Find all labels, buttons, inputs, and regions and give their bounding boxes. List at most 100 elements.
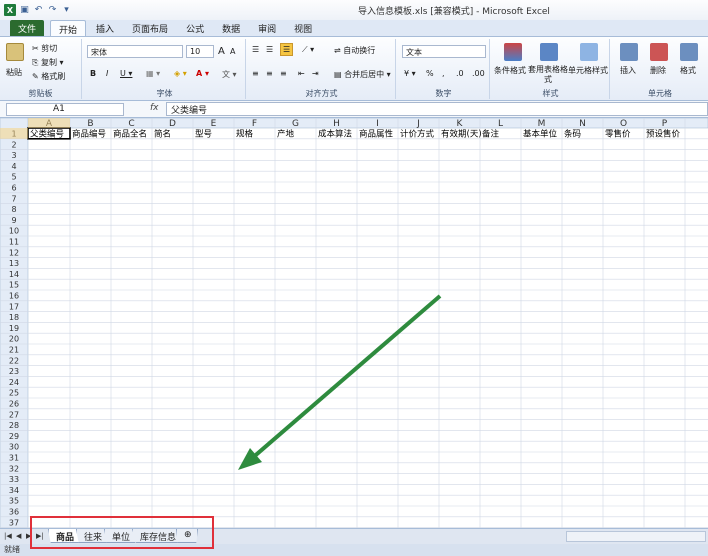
row-header-35[interactable]: 35 — [9, 497, 19, 506]
column-header-H[interactable]: H — [333, 119, 340, 129]
tab-view[interactable]: 视图 — [286, 20, 320, 36]
cell-header-B[interactable]: 商品编号 — [72, 129, 106, 140]
bold-button[interactable]: B — [90, 69, 96, 78]
cut-button[interactable]: ✂ 剪切 — [32, 43, 57, 54]
row-header-37[interactable]: 37 — [9, 518, 19, 527]
row-header-12[interactable]: 12 — [9, 248, 19, 257]
column-header-C[interactable]: C — [128, 119, 134, 129]
merge-center-button[interactable]: ▤ 合并后居中 ▾ — [334, 69, 391, 80]
phonetic-icon[interactable]: 文 ▾ — [222, 69, 237, 80]
row-header-2[interactable]: 2 — [11, 140, 16, 149]
insert-cells-icon[interactable] — [620, 43, 638, 61]
cell-header-J[interactable]: 计价方式 — [400, 129, 435, 140]
column-header-G[interactable]: G — [292, 119, 299, 129]
row-header-18[interactable]: 18 — [9, 313, 19, 322]
column-header-F[interactable]: F — [252, 119, 257, 129]
cell-header-C[interactable]: 商品全名 — [113, 129, 147, 140]
cell-header-D[interactable]: 简名 — [154, 129, 171, 140]
italic-button[interactable]: I — [106, 69, 108, 78]
decrease-indent-icon[interactable]: ⇤ — [298, 69, 305, 78]
worksheet-grid[interactable]: ABCDEFGHIJKLMNOP123456789101112131415161… — [0, 118, 708, 528]
column-header-M[interactable]: M — [538, 119, 546, 129]
row-header-33[interactable]: 33 — [9, 475, 19, 484]
row-header-10[interactable]: 10 — [9, 227, 19, 236]
paste-icon[interactable] — [6, 43, 24, 61]
number-format-select[interactable]: 文本 — [402, 45, 486, 58]
format-as-table-icon[interactable] — [540, 43, 558, 61]
row-header-28[interactable]: 28 — [9, 421, 19, 430]
cell-header-I[interactable]: 商品属性 — [359, 129, 394, 140]
conditional-format-button[interactable]: 条件格式 — [494, 65, 526, 76]
column-header-D[interactable]: D — [169, 119, 176, 129]
row-header-23[interactable]: 23 — [9, 367, 19, 376]
row-header-16[interactable]: 16 — [9, 292, 19, 301]
increase-decimal-icon[interactable]: .0 — [456, 69, 464, 78]
name-box[interactable]: A1 — [6, 103, 124, 116]
column-header-E[interactable]: E — [211, 119, 217, 129]
font-name-select[interactable]: 宋体 — [87, 45, 183, 58]
grow-font-button[interactable]: A — [218, 46, 225, 57]
row-header-17[interactable]: 17 — [9, 302, 19, 311]
conditional-format-icon[interactable] — [504, 43, 522, 61]
tab-data[interactable]: 数据 — [214, 20, 248, 36]
row-header-15[interactable]: 15 — [9, 281, 19, 290]
row-header-27[interactable]: 27 — [9, 410, 19, 419]
row-header-34[interactable]: 34 — [9, 486, 19, 495]
paste-button[interactable]: 粘贴 — [6, 67, 22, 78]
bottom-align-icon[interactable]: ☰ — [280, 43, 294, 56]
format-painter-button[interactable]: ✎ 格式刷 — [32, 71, 65, 82]
column-header-O[interactable]: O — [620, 119, 627, 129]
orientation-icon[interactable]: ⟋ ▾ — [302, 45, 314, 55]
row-header-25[interactable]: 25 — [9, 389, 19, 398]
decrease-decimal-icon[interactable]: .00 — [472, 69, 485, 78]
row-header-3[interactable]: 3 — [11, 151, 16, 160]
row-header-19[interactable]: 19 — [9, 324, 19, 333]
row-header-24[interactable]: 24 — [9, 378, 19, 387]
tab-formulas[interactable]: 公式 — [178, 20, 212, 36]
cell-header-F[interactable]: 规格 — [236, 129, 254, 140]
cell-header-H[interactable]: 成本算法 — [318, 129, 352, 140]
cell-header-P[interactable]: 预设售价 — [646, 129, 681, 140]
row-header-11[interactable]: 11 — [9, 238, 19, 247]
cell-header-L[interactable]: 备注 — [482, 129, 500, 140]
tab-insert[interactable]: 插入 — [88, 20, 122, 36]
formula-input[interactable]: 父类编号 — [166, 102, 708, 116]
cell-header-N[interactable]: 条码 — [564, 129, 581, 140]
tab-file[interactable]: 文件 — [10, 20, 45, 36]
row-header-14[interactable]: 14 — [9, 270, 19, 279]
row-header-20[interactable]: 20 — [9, 335, 19, 344]
align-center-icon[interactable]: ≡ — [266, 69, 273, 78]
format-as-table-button[interactable]: 套用表格格式 — [528, 65, 568, 85]
cell-header-M[interactable]: 基本单位 — [523, 129, 558, 140]
first-sheet-icon[interactable]: |◀ — [4, 532, 12, 540]
format-cells-icon[interactable] — [680, 43, 698, 61]
font-color-icon[interactable]: A ▾ — [196, 69, 209, 78]
row-header-21[interactable]: 21 — [9, 346, 19, 355]
shrink-font-button[interactable]: A — [230, 47, 235, 56]
row-header-8[interactable]: 8 — [11, 205, 16, 214]
column-header-N[interactable]: N — [579, 119, 586, 129]
column-header-P[interactable]: P — [662, 119, 668, 129]
middle-align-icon[interactable]: ☰ — [266, 45, 273, 54]
tab-review[interactable]: 审阅 — [250, 20, 284, 36]
increase-indent-icon[interactable]: ⇥ — [312, 69, 319, 78]
column-header-L[interactable]: L — [498, 119, 503, 129]
top-align-icon[interactable]: ☰ — [252, 45, 259, 54]
currency-icon[interactable]: ¥ ▾ — [404, 69, 416, 78]
delete-cells-button[interactable]: 删除 — [650, 65, 666, 76]
cell-header-A[interactable]: 父类编号 — [30, 129, 64, 140]
fill-color-icon[interactable]: ◈ ▾ — [174, 69, 187, 78]
cell-header-G[interactable]: 产地 — [277, 129, 295, 140]
horizontal-scrollbar[interactable] — [566, 531, 706, 542]
comma-button[interactable]: , — [442, 69, 445, 78]
row-header-22[interactable]: 22 — [9, 356, 19, 365]
cell-styles-button[interactable]: 单元格样式 — [568, 65, 608, 76]
column-header-B[interactable]: B — [87, 119, 93, 129]
row-header-29[interactable]: 29 — [9, 432, 19, 441]
format-cells-button[interactable]: 格式 — [680, 65, 696, 76]
row-header-5[interactable]: 5 — [11, 173, 16, 182]
border-icon[interactable]: ▦ ▾ — [146, 69, 160, 78]
row-header-9[interactable]: 9 — [11, 216, 16, 225]
percent-button[interactable]: % — [426, 69, 434, 78]
wrap-text-button[interactable]: ⇌ 自动换行 — [334, 45, 375, 56]
